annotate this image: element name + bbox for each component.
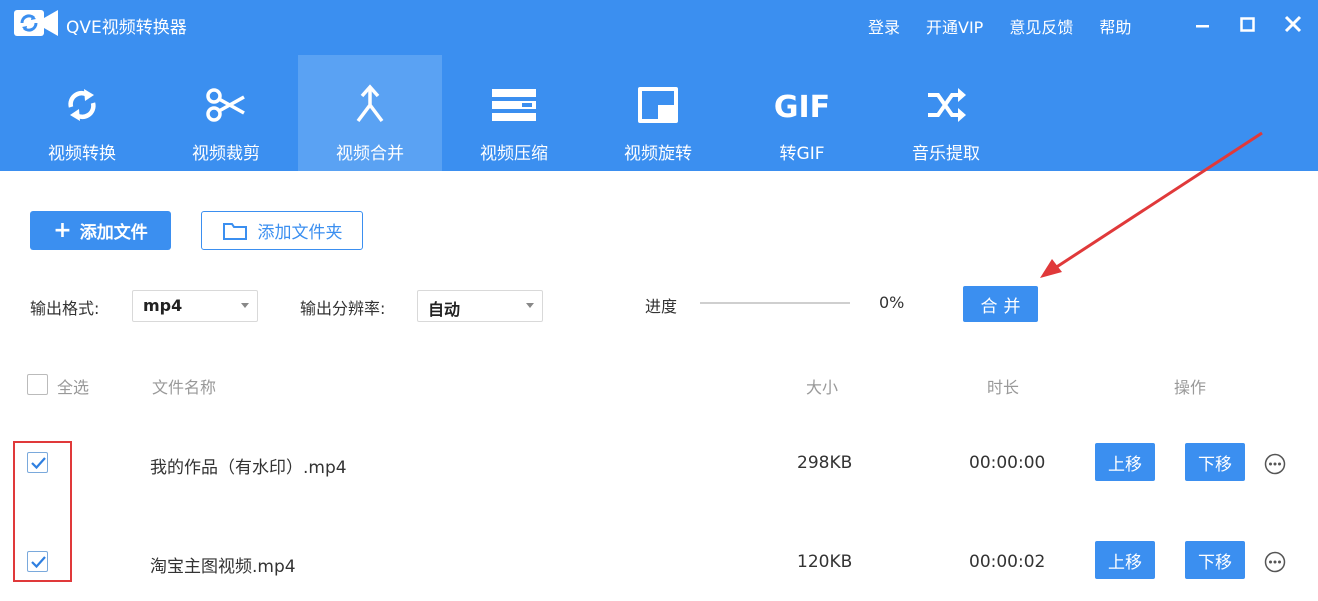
feedback-link[interactable]: 意见反馈 — [1009, 14, 1073, 38]
progress-label: 进度 — [645, 297, 678, 316]
file-duration: 00:00:02 — [969, 552, 1046, 572]
output-resolution-select[interactable]: 自动 — [417, 290, 543, 322]
more-options-icon[interactable] — [1264, 453, 1286, 475]
output-format-value: mp4 — [143, 296, 183, 315]
minimize-button[interactable] — [1191, 12, 1215, 36]
select-all-label: 全选 — [57, 378, 90, 397]
plus-icon: + — [53, 217, 72, 243]
column-header-actions: 操作 — [1174, 378, 1207, 397]
add-folder-button[interactable]: 添加文件夹 — [201, 211, 363, 250]
column-header-duration: 时长 — [987, 378, 1020, 397]
svg-text:GIF: GIF — [774, 90, 830, 125]
app-logo-icon — [14, 10, 58, 36]
close-button[interactable] — [1281, 12, 1305, 36]
move-down-button[interactable]: 下移 — [1185, 541, 1245, 579]
file-size: 120KB — [797, 552, 853, 572]
output-resolution-value: 自动 — [428, 300, 461, 319]
output-format-select[interactable]: mp4 — [132, 290, 258, 322]
add-file-label: 添加文件 — [79, 223, 148, 243]
top-links: 登录 开通VIP 意见反馈 帮助 — [868, 14, 1157, 38]
move-up-button[interactable]: 上移 — [1095, 443, 1155, 481]
output-resolution-label: 输出分辨率: — [300, 299, 386, 318]
vip-link[interactable]: 开通VIP — [926, 14, 983, 38]
merge-button[interactable]: 合并 — [963, 286, 1038, 322]
column-header-name: 文件名称 — [152, 378, 217, 397]
maximize-button[interactable] — [1236, 12, 1260, 36]
add-folder-label: 添加文件夹 — [257, 223, 343, 243]
checkmark-icon — [31, 556, 46, 569]
compress-icon — [492, 89, 536, 121]
shuffle-icon — [928, 88, 966, 122]
move-up-button[interactable]: 上移 — [1095, 541, 1155, 579]
tab-video-rotate[interactable]: 视频旋转 — [586, 55, 730, 171]
progress-bar — [700, 302, 850, 304]
file-size: 298KB — [797, 453, 853, 473]
folder-icon — [222, 222, 247, 240]
tab-label: 视频压缩 — [480, 144, 548, 164]
chevron-down-icon — [526, 303, 534, 308]
tab-label: 视频合并 — [336, 144, 404, 164]
tab-label: 视频旋转 — [624, 144, 692, 164]
tab-music-extract[interactable]: 音乐提取 — [874, 55, 1018, 171]
column-header-size: 大小 — [806, 378, 839, 397]
app-window: QVE视频转换器 登录 开通VIP 意见反馈 帮助 视频转换 视频裁剪 视频合并… — [0, 0, 1318, 601]
app-title: QVE视频转换器 — [66, 18, 187, 38]
progress-percent: 0% — [879, 293, 905, 312]
chevron-down-icon — [241, 303, 249, 308]
feature-nav: 视频转换 视频裁剪 视频合并 视频压缩 视频旋转 GIF 转GIF 音乐提取 — [10, 55, 1018, 171]
tab-to-gif[interactable]: GIF 转GIF — [730, 55, 874, 171]
row-checkbox[interactable] — [27, 452, 48, 473]
tab-video-cut[interactable]: 视频裁剪 — [154, 55, 298, 171]
file-name: 淘宝主图视频.mp4 — [150, 557, 296, 577]
move-down-button[interactable]: 下移 — [1185, 443, 1245, 481]
add-file-button[interactable]: + 添加文件 — [30, 211, 171, 250]
login-link[interactable]: 登录 — [868, 14, 900, 38]
tab-label: 音乐提取 — [912, 144, 980, 164]
file-duration: 00:00:00 — [969, 453, 1046, 473]
select-all-checkbox[interactable] — [27, 374, 48, 395]
tab-label: 转GIF — [779, 144, 825, 164]
merge-icon — [356, 84, 384, 123]
tab-label: 视频裁剪 — [192, 144, 260, 164]
output-format-label: 输出格式: — [30, 299, 100, 318]
file-name: 我的作品（有水印）.mp4 — [150, 458, 347, 478]
checkmark-icon — [31, 457, 46, 470]
help-link[interactable]: 帮助 — [1099, 14, 1131, 38]
gif-icon: GIF — [774, 90, 830, 125]
row-checkbox[interactable] — [27, 551, 48, 572]
convert-icon — [68, 89, 96, 121]
scissors-icon — [206, 88, 245, 122]
more-options-icon[interactable] — [1264, 551, 1286, 573]
tab-video-convert[interactable]: 视频转换 — [10, 55, 154, 171]
tab-video-compress[interactable]: 视频压缩 — [442, 55, 586, 171]
tab-label: 视频转换 — [48, 144, 116, 164]
tab-video-merge[interactable]: 视频合并 — [298, 55, 442, 171]
header-bar: QVE视频转换器 登录 开通VIP 意见反馈 帮助 视频转换 视频裁剪 视频合并… — [0, 0, 1318, 171]
rotate-icon — [638, 87, 678, 123]
